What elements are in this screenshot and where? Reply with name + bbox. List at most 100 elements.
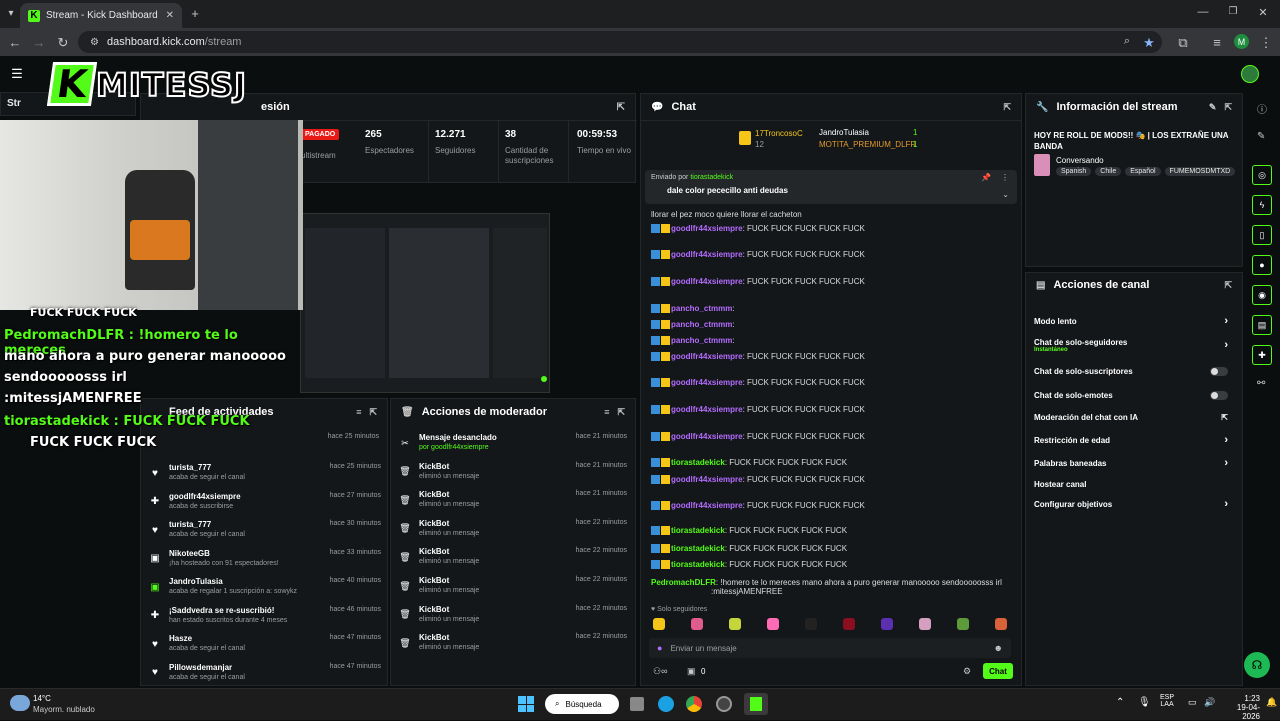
gifter-name[interactable]: JandroTulasia [819, 128, 869, 137]
category-name[interactable]: Conversando [1056, 156, 1104, 165]
bookmark-star-icon[interactable]: ★ [1142, 35, 1156, 51]
mod-item[interactable]: 🗑 KickBot eliminó un mensaje hace 22 minuto… [391, 543, 635, 571]
rail-button-6[interactable]: ▤ [1252, 315, 1272, 335]
user-avatar[interactable] [1241, 65, 1259, 83]
kick-app-icon[interactable] [744, 693, 768, 715]
maximize-icon[interactable]: ❐ [1226, 6, 1240, 17]
taskbar-search[interactable]: ⌕ Búsqueda [545, 694, 619, 714]
feed-item[interactable]: ▣ NikoteeGB ¡ha hosteado con 91 espectador… [141, 545, 389, 573]
network-icon[interactable]: ▭ [1188, 697, 1197, 708]
chat-username[interactable]: goodlfr44xsiempre [671, 277, 743, 286]
back-icon[interactable]: ← [8, 35, 22, 50]
windows-start-icon[interactable] [518, 696, 534, 712]
feed-item[interactable]: ♥ turista_777 acaba de seguir el canal hace… [141, 516, 389, 544]
volume-icon[interactable]: 🔊 [1204, 697, 1215, 708]
forward-icon[interactable]: → [32, 35, 46, 50]
site-info-icon[interactable]: ⚙ [90, 37, 99, 48]
emote-button[interactable] [767, 618, 779, 630]
mod-item[interactable]: 🗑 KickBot eliminó un mensaje hace 22 minuto… [391, 601, 635, 629]
mod-item[interactable]: 🗑 KickBot eliminó un mensaje hace 22 minuto… [391, 629, 635, 657]
help-chat-button[interactable]: ☊ [1244, 652, 1270, 678]
channel-action-row[interactable]: Hostear canal [1026, 474, 1236, 494]
emote-button[interactable] [995, 618, 1007, 630]
channel-action-row[interactable]: Chat de solo-seguidores Instantáneo › [1026, 335, 1236, 355]
channel-action-row[interactable]: Restricción de edad › [1026, 430, 1236, 450]
chat-username[interactable]: goodlfr44xsiempre [671, 250, 743, 259]
chat-message[interactable]: goodlfr44xsiempre: FUCK FUCK FUCK FUCK F… [651, 352, 1011, 366]
emote-button[interactable] [881, 618, 893, 630]
chat-message[interactable]: goodlfr44xsiempre: FUCK FUCK FUCK FUCK F… [651, 224, 1011, 238]
chat-message[interactable]: pancho_ctmmm: [651, 320, 1011, 334]
mod-item[interactable]: 🗑 KickBot eliminó un mensaje hace 22 minuto… [391, 515, 635, 543]
info-icon[interactable]: ⓘ [1257, 101, 1267, 116]
mod-item[interactable]: 🗑 KickBot eliminó un mensaje hace 21 minuto… [391, 486, 635, 514]
filter-icon[interactable]: ≡ [356, 407, 361, 417]
pinned-message[interactable]: Enviado por tiorastadekick dale color pe… [645, 170, 1017, 204]
rail-button-2[interactable]: ϟ [1252, 195, 1272, 215]
stream-preview-video[interactable] [300, 213, 550, 393]
popout-icon[interactable]: ⇱ [369, 407, 377, 418]
minimize-icon[interactable]: — [1196, 6, 1210, 18]
channel-action-row[interactable]: Palabras baneadas › [1026, 453, 1236, 473]
chat-message[interactable]: goodlfr44xsiempre: FUCK FUCK FUCK FUCK F… [651, 250, 1011, 264]
chat-username[interactable]: goodlfr44xsiempre [671, 405, 743, 414]
channel-action-row[interactable]: Chat de solo-emotes [1026, 385, 1236, 405]
feed-item[interactable]: ✚ ¡Saddvedra se re-suscribió! han estado s… [141, 602, 389, 630]
chat-username[interactable]: goodlfr44xsiempre [671, 378, 743, 387]
emote-button[interactable] [957, 618, 969, 630]
toggle-switch[interactable] [1210, 366, 1228, 376]
chat-username[interactable]: goodlfr44xsiempre [671, 475, 743, 484]
chat-username[interactable]: tiorastadekick [671, 526, 725, 535]
popout-icon[interactable]: ⇱ [617, 102, 625, 113]
reload-icon[interactable]: ↻ [56, 35, 70, 51]
toggle-switch[interactable] [1210, 390, 1228, 400]
channel-action-row[interactable]: Moderación del chat con IA ⇱ [1026, 407, 1236, 427]
notifications-icon[interactable]: 🔔 [1266, 697, 1277, 708]
chrome-icon[interactable] [686, 696, 702, 712]
url-field[interactable]: ⚙ dashboard.kick.com/stream [78, 31, 1162, 53]
chat-username[interactable]: tiorastadekick [671, 544, 725, 553]
feed-item[interactable]: ✚ goodlfr44xsiempre acaba de suscribirse ha… [141, 488, 389, 516]
chat-message[interactable]: goodlfr44xsiempre: FUCK FUCK FUCK FUCK F… [651, 378, 1011, 392]
rail-button-1[interactable]: ◎ [1252, 165, 1272, 185]
media-icon[interactable]: ≡ [1210, 35, 1224, 50]
chat-username[interactable]: pancho_ctmmm [671, 304, 732, 313]
close-tab-icon[interactable]: ✕ [166, 10, 174, 21]
mic-icon[interactable]: ● [657, 643, 662, 653]
emoji-icon[interactable]: ☻ [994, 643, 1003, 653]
chat-username[interactable]: goodlfr44xsiempre [671, 432, 743, 441]
rail-button-4[interactable]: ● [1252, 255, 1272, 275]
chat-username[interactable]: goodlfr44xsiempre [671, 501, 743, 510]
close-window-icon[interactable]: ✕ [1256, 6, 1270, 19]
channel-action-row[interactable]: Chat de solo-suscriptores [1026, 361, 1236, 381]
chat-message[interactable]: goodlfr44xsiempre: FUCK FUCK FUCK FUCK F… [651, 277, 1011, 291]
pin-icon[interactable]: 📌 [981, 173, 991, 182]
channel-action-row[interactable]: Modo lento › [1026, 311, 1236, 331]
language-indicator[interactable]: ESP LAA [1160, 694, 1174, 708]
emote-button[interactable] [919, 618, 931, 630]
weather-temp[interactable]: 14°C [33, 694, 51, 703]
rail-button-5[interactable]: ◉ [1252, 285, 1272, 305]
chat-message[interactable]: goodlfr44xsiempre: FUCK FUCK FUCK FUCK F… [651, 475, 1011, 489]
chat-username[interactable]: pancho_ctmmm [671, 336, 732, 345]
chat-username[interactable]: goodlfr44xsiempre [671, 224, 743, 233]
hamburger-menu-icon[interactable]: ☰ [10, 66, 24, 82]
chat-message[interactable]: tiorastadekick: FUCK FUCK FUCK FUCK FUCK [651, 458, 1011, 472]
emote-button[interactable] [691, 618, 703, 630]
popout-icon[interactable]: ⇱ [1003, 102, 1011, 113]
emote-button[interactable] [729, 618, 741, 630]
chat-message[interactable]: goodlfr44xsiempre: FUCK FUCK FUCK FUCK F… [651, 405, 1011, 419]
popout-icon[interactable]: ⇱ [617, 407, 625, 418]
chat-username[interactable]: tiorastadekick [671, 458, 725, 467]
clock[interactable]: 1:23 19-04-2026 [1220, 694, 1260, 721]
chat-input[interactable]: ● Enviar un mensaje ☻ [649, 638, 1011, 658]
edit-icon[interactable]: ✎ [1209, 102, 1217, 113]
emote-button[interactable] [843, 618, 855, 630]
feed-item[interactable]: ▣ JandroTulasia acaba de regalar 1 suscrip… [141, 573, 389, 601]
emote-button[interactable] [653, 618, 665, 630]
edge-icon[interactable] [658, 696, 674, 712]
profile-avatar[interactable]: M [1234, 34, 1249, 49]
chat-message[interactable]: goodlfr44xsiempre: FUCK FUCK FUCK FUCK F… [651, 432, 1011, 446]
new-tab-icon[interactable]: + [188, 6, 202, 21]
chat-message[interactable]: pancho_ctmmm: [651, 304, 1011, 318]
